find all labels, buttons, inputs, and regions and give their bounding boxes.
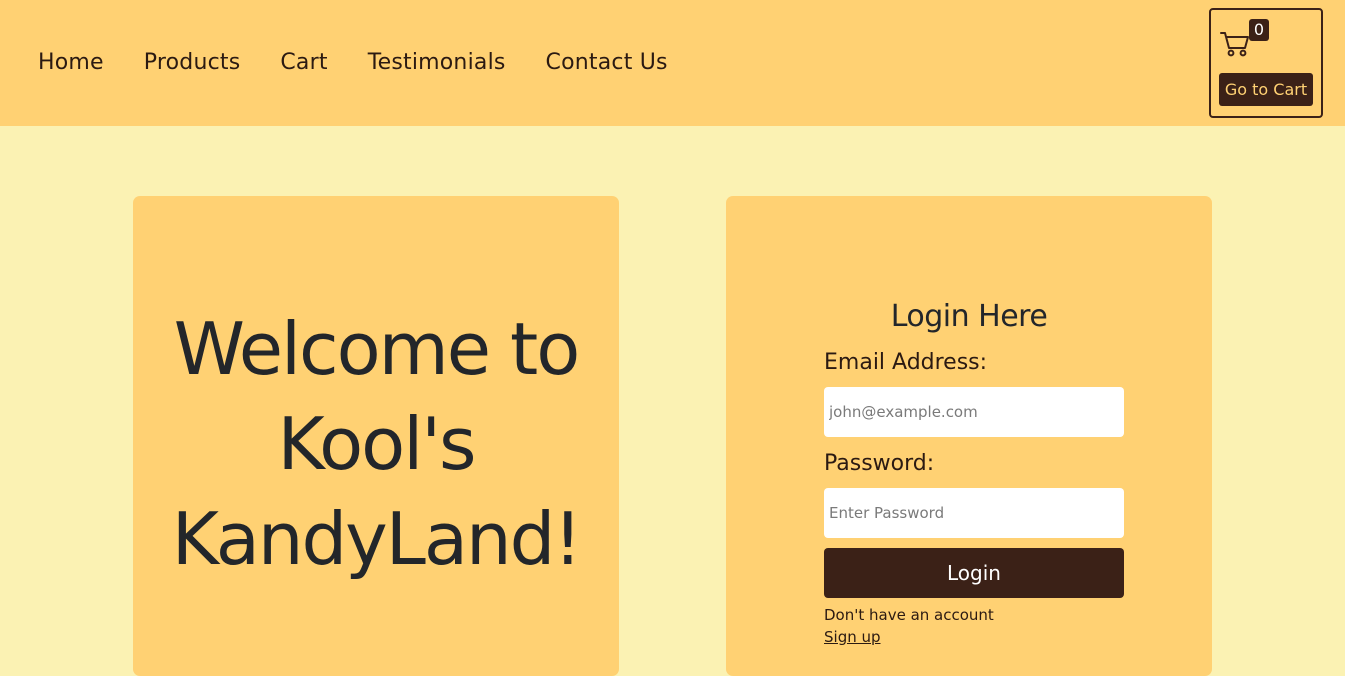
nav-contact-us-link[interactable]: Contact Us (546, 47, 668, 79)
welcome-heading: Welcome to Kool's KandyLand! (133, 302, 619, 587)
password-field[interactable] (824, 488, 1124, 538)
email-field[interactable] (824, 387, 1124, 437)
go-to-cart-button[interactable]: Go to Cart (1219, 73, 1313, 106)
shopping-cart-icon[interactable] (1220, 30, 1250, 58)
cart-count-badge: 0 (1249, 19, 1269, 41)
welcome-line-2: Kool's (277, 402, 476, 486)
nav-cart-link[interactable]: Cart (280, 47, 327, 79)
main-nav: Home Products Cart Testimonials Contact … (38, 47, 668, 79)
login-button[interactable]: Login (824, 548, 1124, 598)
nav-products-link[interactable]: Products (144, 47, 241, 79)
site-header: Home Products Cart Testimonials Contact … (0, 0, 1345, 126)
no-account-text: Don't have an account (824, 606, 994, 624)
nav-testimonials-link[interactable]: Testimonials (368, 47, 506, 79)
password-label: Password: (824, 451, 935, 476)
nav-home-link[interactable]: Home (38, 47, 104, 79)
welcome-card: Welcome to Kool's KandyLand! (133, 196, 619, 676)
login-card: Login Here Email Address: Password: Logi… (726, 196, 1212, 676)
sign-up-link[interactable]: Sign up (824, 628, 881, 646)
email-label: Email Address: (824, 350, 988, 375)
welcome-line-3: KandyLand! (171, 497, 582, 581)
cart-widget: 0 Go to Cart (1209, 8, 1323, 118)
welcome-line-1: Welcome to (173, 307, 581, 391)
login-title: Login Here (890, 299, 1048, 334)
